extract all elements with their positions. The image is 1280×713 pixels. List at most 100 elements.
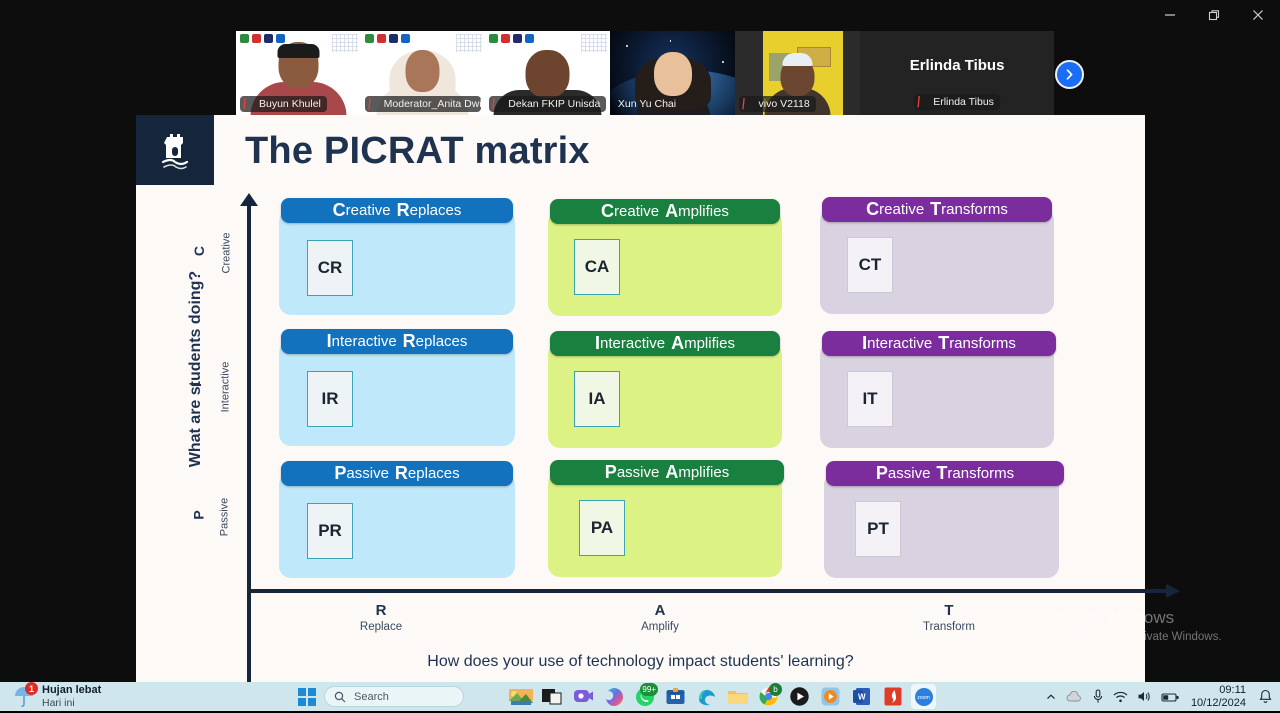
cell-header-cap: C	[866, 199, 880, 219]
y-tick-letter: C	[191, 245, 208, 257]
participant-name-badge: ⎸ vivo V2118	[739, 96, 816, 112]
cell-header-rest: reative	[345, 202, 391, 219]
whatsapp-icon[interactable]: 99+	[632, 683, 658, 709]
edge-icon[interactable]	[694, 684, 719, 709]
cell-header-cap: P	[875, 463, 888, 483]
matrix-cell-interactive-amplifies[interactable]: Interactive Amplifies IA	[548, 331, 782, 448]
chrome-icon[interactable]: b	[756, 683, 782, 709]
cell-header-cap: C	[601, 201, 615, 221]
folder-icon[interactable]	[725, 684, 750, 709]
cell-code: PT	[855, 501, 901, 557]
zoom-meeting-window: ⎸ Buyun Khulel ⎸ Moderator_Anita Dwi ⎸ D…	[0, 0, 1280, 704]
next-participants-page-button[interactable]	[1055, 60, 1084, 89]
minimize-button[interactable]	[1148, 0, 1192, 30]
participant-name: Xun Yu Chai	[617, 98, 677, 110]
matrix-cell-interactive-replaces[interactable]: Interactive Replaces IR	[279, 329, 515, 446]
search-input[interactable]: Search	[324, 686, 464, 707]
x-tick-letter: A	[654, 602, 666, 619]
mic-muted-icon: ⎸	[368, 97, 381, 110]
cell-header-cap2: T	[930, 199, 942, 219]
watermark-subtitle: Go to Settings to activate Windows.	[1040, 631, 1222, 643]
weather-widget[interactable]: 1 Hujan lebat Hari ini	[0, 682, 230, 709]
cell-code: IA	[574, 371, 620, 427]
chevron-right-icon	[1066, 69, 1073, 80]
y-tick-passive: P Passive	[191, 498, 244, 537]
microphone-icon[interactable]	[1092, 689, 1104, 704]
matrix-cell-creative-replaces[interactable]: Creative Replaces CR	[279, 198, 515, 315]
battery-icon[interactable]	[1161, 691, 1180, 703]
matrix-cell-passive-amplifies[interactable]: Passive Amplifies PA	[548, 460, 784, 577]
matrix-cell-passive-transforms[interactable]: Passive Transforms PT	[824, 461, 1064, 578]
speaker-icon[interactable]	[1137, 690, 1152, 703]
banner-logos	[489, 34, 535, 43]
x-tick-letter: T	[944, 602, 954, 619]
clock[interactable]: 09:11 10/12/2024	[1191, 684, 1246, 709]
clock-time: 09:11	[1219, 683, 1246, 696]
weather-condition: Hujan lebat	[42, 684, 102, 697]
cell-header: Creative Amplifies	[550, 199, 780, 224]
windows-start-icon[interactable]	[296, 686, 318, 708]
participant-tile[interactable]: ⎸ Buyun Khulel	[236, 31, 361, 116]
cell-header-rest: assive	[887, 465, 931, 482]
matrix-cell-creative-transforms[interactable]: Creative Transforms CT	[820, 197, 1054, 314]
orange-play-icon[interactable]	[818, 684, 843, 709]
participant-display-name: Erlinda Tibus	[909, 57, 1005, 74]
bell-icon[interactable]	[1259, 689, 1272, 704]
teams-icon[interactable]	[570, 684, 595, 709]
participant-tile[interactable]: ⎸ Dekan FKIP Unisda	[485, 31, 610, 116]
x-tick-letter: R	[375, 602, 387, 619]
clock-date: 10/12/2024	[1190, 696, 1246, 709]
x-axis-arrow	[1166, 584, 1180, 598]
cell-header-cap2: R	[402, 331, 416, 351]
windows-taskbar: 1 Hujan lebat Hari ini Search 99+ b W zo…	[0, 682, 1280, 711]
scenery-icon[interactable]	[508, 684, 533, 709]
cell-header-cap: P	[604, 462, 617, 482]
mic-muted-icon: ⎸	[243, 97, 256, 110]
word-icon[interactable]: W	[849, 684, 874, 709]
svg-text:zoom: zoom	[917, 695, 930, 701]
chevron-up-icon[interactable]	[1045, 691, 1057, 703]
participant-name: vivo V2118	[758, 98, 810, 110]
cell-header: Interactive Transforms	[822, 331, 1056, 356]
cell-header-rest: nteractive	[331, 333, 397, 350]
cell-header-rest2: mplifies	[678, 203, 729, 220]
participant-tile-no-video[interactable]: Erlinda Tibus ⎸ Erlinda Tibus	[860, 31, 1054, 116]
participant-tile[interactable]: ⎸ vivo V2118	[735, 31, 861, 116]
mic-muted-icon: ⎸	[742, 97, 756, 110]
store-icon[interactable]	[663, 684, 688, 709]
close-button[interactable]	[1236, 0, 1280, 30]
cell-header-rest2: ransforms	[947, 465, 1015, 482]
restore-button[interactable]	[1192, 0, 1236, 30]
y-axis-line	[247, 199, 251, 704]
cell-header-rest: assive	[616, 464, 660, 481]
red-app-icon[interactable]	[880, 684, 905, 709]
y-axis-label: What are students doing?	[187, 270, 204, 468]
matrix-cell-creative-amplifies[interactable]: Creative Amplifies CA	[548, 199, 782, 316]
watermark-title: Activate Windows	[1040, 608, 1175, 627]
cell-header: Creative Transforms	[822, 197, 1052, 222]
zoom-icon[interactable]: zoom	[911, 684, 936, 709]
cell-header: Interactive Replaces	[281, 329, 513, 354]
cell-code: IT	[847, 371, 893, 427]
explorer-dark-icon[interactable]	[539, 684, 564, 709]
participant-tile-active-speaker[interactable]: Xun Yu Chai	[609, 31, 736, 116]
cell-header-cap2: T	[936, 463, 948, 483]
mic-muted-icon: ⎸	[917, 95, 930, 108]
cell-code: PR	[307, 503, 353, 559]
cell-header-cap: P	[334, 463, 347, 483]
cell-header-rest: reative	[879, 201, 925, 218]
play-circle-icon[interactable]	[787, 684, 812, 709]
x-axis-line	[247, 589, 1170, 593]
participant-name-badge: ⎸ Moderator_Anita Dwi ...	[364, 96, 482, 112]
cell-header-rest2: eplaces	[409, 202, 462, 219]
matrix-cell-interactive-transforms[interactable]: Interactive Transforms IT	[820, 331, 1056, 448]
participant-tile[interactable]: ⎸ Moderator_Anita Dwi ...	[360, 31, 486, 116]
participant-name-badge: ⎸ Dekan FKIP Unisda	[489, 96, 606, 112]
x-tick-word: Amplify	[641, 621, 679, 633]
wifi-icon[interactable]	[1113, 691, 1128, 703]
cloud-icon[interactable]	[1066, 690, 1083, 703]
copilot-icon[interactable]	[601, 684, 626, 709]
matrix-cell-passive-replaces[interactable]: Passive Replaces PR	[279, 461, 515, 578]
participant-video-strip: ⎸ Buyun Khulel ⎸ Moderator_Anita Dwi ⎸ D…	[236, 31, 1054, 116]
cell-header-rest: reative	[614, 203, 660, 220]
